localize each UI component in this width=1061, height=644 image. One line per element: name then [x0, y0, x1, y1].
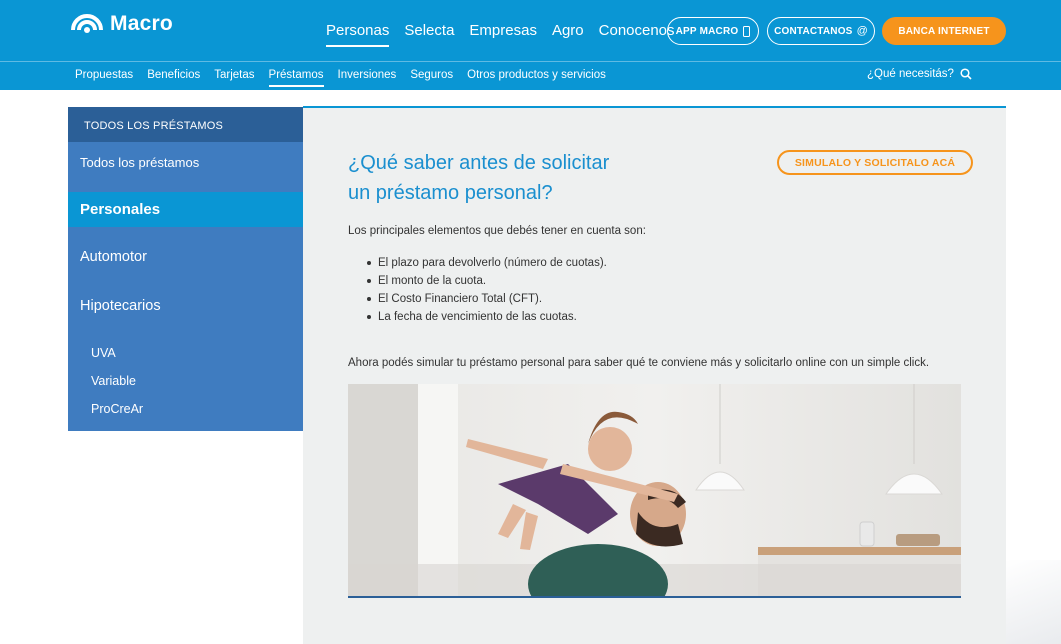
sidebar-item-hipotecarios[interactable]: Hipotecarios [80, 298, 315, 314]
contact-label: CONTACTANOS [774, 25, 853, 37]
father-daughter-image [348, 384, 961, 596]
list-item: El Costo Financiero Total (CFT). [367, 290, 607, 308]
nav-selecta[interactable]: Selecta [404, 22, 454, 47]
sidebar-item-uva[interactable]: UVA [91, 346, 326, 360]
main-nav: Personas Selecta Empresas Agro Conocenos [326, 22, 690, 47]
contact-button[interactable]: CONTACTANOS @ [767, 17, 875, 45]
bullet-list: El plazo para devolverlo (número de cuot… [367, 254, 607, 326]
macro-logo-icon [71, 14, 103, 33]
sidebar-item-variable[interactable]: Variable [91, 374, 326, 388]
intro-text: Los principales elementos que debés tene… [348, 225, 646, 237]
nav-agro[interactable]: Agro [552, 22, 584, 47]
sidebar-heading: TODOS LOS PRÉSTAMOS [68, 107, 303, 142]
simulate-button[interactable]: SIMULALO Y SOLICITALO ACÁ [777, 150, 973, 175]
search-icon [960, 68, 972, 80]
main-content: ¿Qué saber antes de solicitar un préstam… [303, 106, 1006, 644]
banca-internet-button[interactable]: BANCA INTERNET [882, 17, 1006, 45]
app-macro-button[interactable]: APP MACRO [667, 17, 759, 45]
sidebar-item-automotor[interactable]: Automotor [80, 249, 315, 265]
page-title: ¿Qué saber antes de solicitar un préstam… [348, 148, 678, 208]
at-icon: @ [856, 25, 868, 37]
list-item: El monto de la cuota. [367, 272, 607, 290]
list-item: El plazo para devolverlo (número de cuot… [367, 254, 607, 272]
sidebar-item-procrear[interactable]: ProCreAr [91, 402, 326, 416]
subnav-seguros[interactable]: Seguros [410, 69, 453, 87]
search-trigger[interactable]: ¿Qué necesitás? [867, 68, 972, 80]
page-title-line1: ¿Qué saber antes de solicitar [348, 152, 610, 174]
list-item: La fecha de vencimiento de las cuotas. [367, 308, 607, 326]
subnav-inversiones[interactable]: Inversiones [338, 69, 397, 87]
search-label: ¿Qué necesitás? [867, 68, 954, 80]
sidebar-item-personales[interactable]: Personales [68, 192, 303, 227]
top-header: Macro Personas Selecta Empresas Agro Con… [0, 0, 1061, 61]
brand-name: Macro [110, 12, 173, 35]
banca-internet-label: BANCA INTERNET [898, 25, 990, 37]
subnav-tarjetas[interactable]: Tarjetas [214, 69, 254, 87]
macro-logo[interactable]: Macro [70, 12, 173, 36]
nav-conocenos[interactable]: Conocenos [599, 22, 675, 47]
subnav-prestamos[interactable]: Préstamos [268, 69, 324, 87]
nav-empresas[interactable]: Empresas [469, 22, 537, 47]
loans-sidebar: TODOS LOS PRÉSTAMOS Todos los préstamos … [68, 107, 303, 431]
subnav-propuestas[interactable]: Propuestas [75, 69, 133, 87]
hero-photo [348, 384, 961, 598]
nav-personas[interactable]: Personas [326, 22, 390, 47]
sidebar-item-todos[interactable]: Todos los préstamos [80, 155, 315, 170]
subnav-beneficios[interactable]: Beneficios [147, 69, 200, 87]
phone-icon [743, 25, 751, 37]
page-edge-shadow [1006, 560, 1061, 644]
subnav-otros[interactable]: Otros productos y servicios [467, 69, 606, 87]
sub-nav: Propuestas Beneficios Tarjetas Préstamos… [75, 69, 620, 87]
page-title-line2: un préstamo personal? [348, 182, 553, 204]
sub-header: Propuestas Beneficios Tarjetas Préstamos… [0, 61, 1061, 90]
app-macro-label: APP MACRO [675, 25, 739, 37]
outro-text: Ahora podés simular tu préstamo personal… [348, 357, 930, 369]
